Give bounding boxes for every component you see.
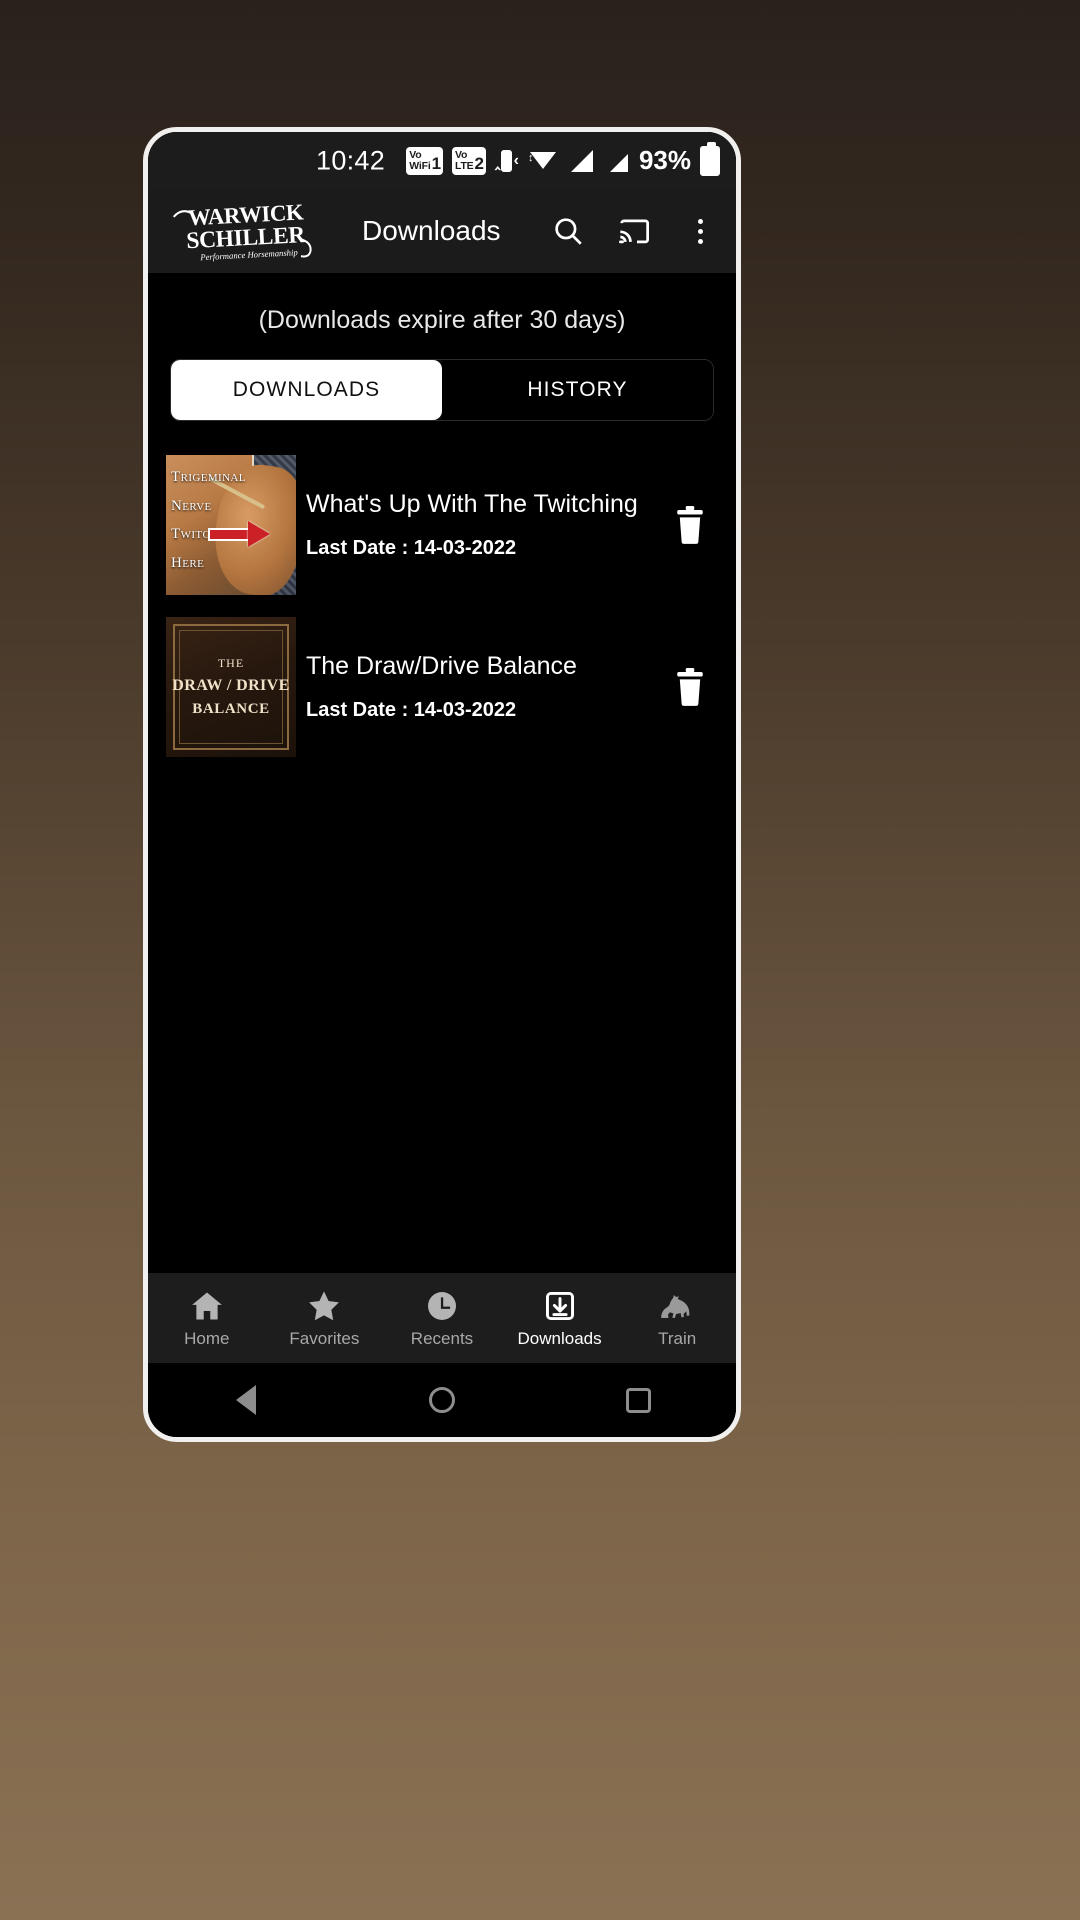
trash-icon[interactable]: [664, 505, 716, 545]
nav-label-home: Home: [184, 1328, 230, 1348]
thumb-line-3: BALANCE: [192, 701, 270, 717]
vibrate-icon: ‸ ‹: [494, 149, 519, 172]
horse-icon: [658, 1288, 696, 1322]
volte-icon: Vo LTE 2: [452, 146, 486, 175]
thumb-caption-line-2: NERVE: [171, 497, 212, 514]
vowifi-line1: Vo: [409, 149, 422, 161]
red-arrow-icon: [208, 521, 270, 547]
vowifi-icon: Vo WiFi 1: [406, 146, 444, 175]
page-title: Downloads: [362, 215, 501, 246]
status-bar: 10:42 Vo WiFi 1 Vo LTE 2 ‸ ‹ ↕ 93%: [148, 132, 736, 189]
list-item-text: What's Up With The Twitching Last Date :…: [296, 490, 664, 560]
downloads-list: TRIGEMINAL NERVE TWITCHING HERE What's U…: [148, 455, 736, 779]
nav-label-recents: Recents: [410, 1328, 474, 1348]
volte-line2: LTE: [455, 159, 474, 172]
volte-line1: Vo: [455, 149, 468, 161]
app-header-actions: [548, 211, 720, 251]
download-title: The Draw/Drive Balance: [306, 652, 577, 680]
download-date: Last Date : 14-03-2022: [306, 537, 517, 559]
home-circle-icon[interactable]: [410, 1377, 474, 1423]
home-icon: [190, 1288, 224, 1322]
tab-history[interactable]: HISTORY: [442, 360, 713, 420]
battery-icon: [700, 141, 720, 176]
nav-item-home[interactable]: Home: [148, 1288, 266, 1349]
thumb-line-1: THE: [217, 656, 245, 670]
thumb-caption-line-4: HERE: [171, 554, 205, 571]
app-header: WARWICK SCHILLER Performance Horsemanshi…: [148, 189, 736, 273]
tab-downloads[interactable]: DOWNLOADS: [171, 360, 442, 420]
back-triangle-icon[interactable]: [214, 1377, 278, 1423]
status-bar-icons: Vo WiFi 1 Vo LTE 2 ‸ ‹ ↕ 93%: [406, 141, 720, 176]
nav-item-recents[interactable]: Recents: [383, 1288, 501, 1349]
battery-percent-label: 93%: [638, 145, 691, 175]
trash-icon[interactable]: [664, 667, 716, 707]
nav-item-favorites[interactable]: Favorites: [266, 1288, 384, 1349]
star-icon: [307, 1288, 341, 1322]
expiry-notice: (Downloads expire after 30 days): [258, 306, 626, 334]
cast-icon[interactable]: [614, 211, 654, 251]
signal-bars-icon-1: [567, 148, 593, 174]
phone-screen: 10:42 Vo WiFi 1 Vo LTE 2 ‸ ‹ ↕ 93% WARWI…: [148, 132, 736, 1437]
tab-bar: DOWNLOADS HISTORY: [170, 359, 714, 421]
search-icon[interactable]: [548, 211, 588, 251]
video-thumbnail[interactable]: TRIGEMINAL NERVE TWITCHING HERE: [166, 455, 296, 595]
thumb-line-2: DRAW / DRIVE: [172, 677, 290, 694]
nav-item-downloads[interactable]: Downloads: [501, 1288, 619, 1349]
downloads-screen: (Downloads expire after 30 days) DOWNLOA…: [148, 273, 736, 1273]
warwick-schiller-logo: WARWICK SCHILLER Performance Horsemanshi…: [166, 198, 326, 264]
phone-frame: 10:42 Vo WiFi 1 Vo LTE 2 ‸ ‹ ↕ 93% WARWI…: [143, 127, 741, 1442]
thumbnail-title-card: THE DRAW / DRIVE BALANCE: [166, 617, 296, 757]
more-vertical-icon[interactable]: [680, 211, 720, 251]
recents-square-icon[interactable]: [606, 1377, 670, 1423]
thumb-caption-line-1: TRIGEMINAL: [171, 469, 246, 485]
list-item-text: The Draw/Drive Balance Last Date : 14-03…: [296, 652, 664, 722]
download-icon: [543, 1288, 577, 1322]
system-navigation-bar: [148, 1363, 736, 1437]
wifi-icon: ↕: [528, 148, 558, 174]
volte-sim-number: 2: [474, 153, 484, 173]
clock-icon: [425, 1288, 459, 1322]
bottom-navigation: Home Favorites Recents Downloads Train: [148, 1273, 736, 1363]
video-thumbnail[interactable]: THE DRAW / DRIVE BALANCE: [166, 617, 296, 757]
thumbnail-caption: TRIGEMINAL NERVE TWITCHING HERE: [171, 463, 246, 577]
nav-label-downloads: Downloads: [517, 1328, 602, 1348]
signal-bars-icon-2: [602, 148, 628, 174]
vowifi-sim-number: 1: [431, 153, 442, 173]
vowifi-line2: WiFi: [409, 159, 431, 172]
list-item[interactable]: TRIGEMINAL NERVE TWITCHING HERE What's U…: [148, 455, 736, 595]
nav-label-train: Train: [658, 1328, 697, 1348]
download-date: Last Date : 14-03-2022: [306, 699, 517, 721]
download-title: What's Up With The Twitching: [306, 490, 638, 518]
list-item[interactable]: THE DRAW / DRIVE BALANCE The Draw/Drive …: [148, 617, 736, 757]
nav-label-favorites: Favorites: [289, 1328, 360, 1348]
status-bar-clock: 10:42: [316, 145, 386, 175]
nav-item-train[interactable]: Train: [618, 1288, 736, 1349]
